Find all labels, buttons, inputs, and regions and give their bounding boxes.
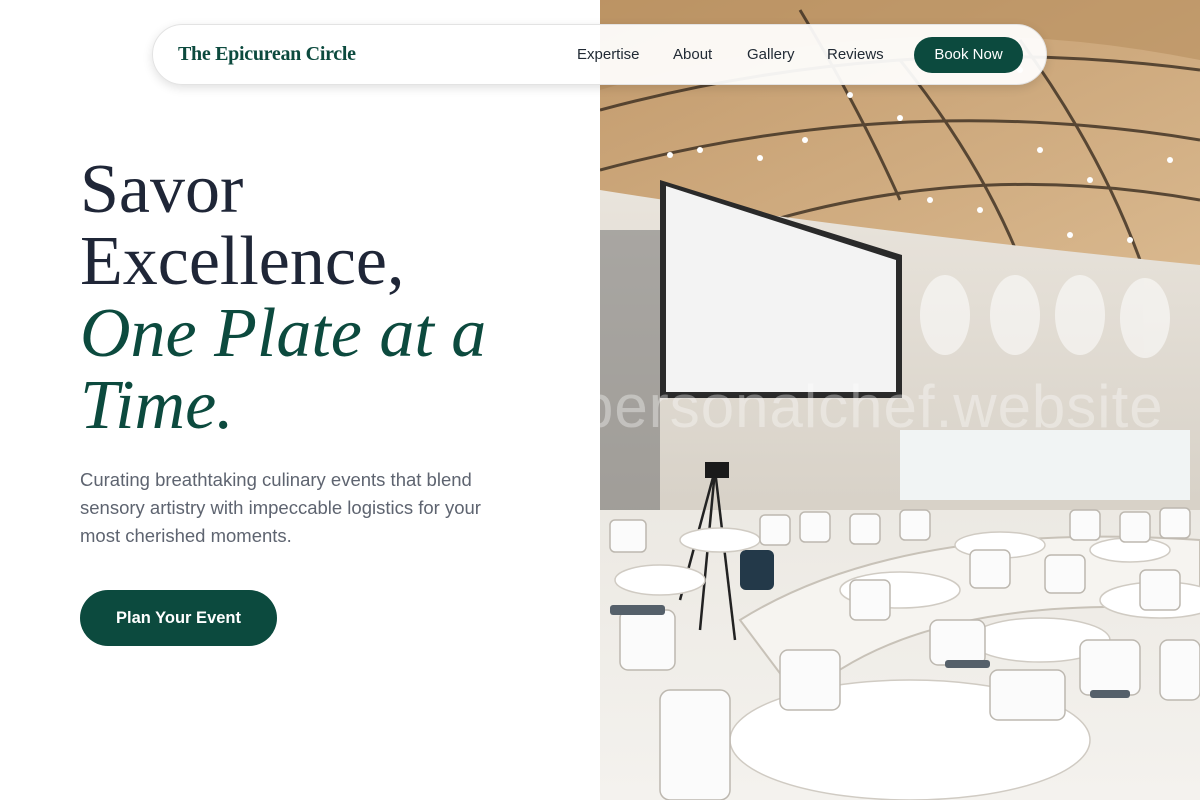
plan-your-event-button[interactable]: Plan Your Event: [80, 590, 277, 646]
headline-accent-line-2: Time.: [80, 367, 234, 444]
image-watermark: personalchef.website: [600, 373, 1164, 440]
nav-link-about[interactable]: About: [673, 46, 712, 63]
nav-link-expertise[interactable]: Expertise: [577, 46, 640, 63]
headline-line-1: Savor: [80, 151, 244, 228]
brand-logo[interactable]: The Epicurean Circle: [178, 43, 356, 66]
headline-line-2: Excellence,: [80, 223, 405, 300]
top-navbar: The Epicurean Circle Expertise About Gal…: [152, 24, 1047, 85]
hero-event-hall-image: personalchef.website: [600, 0, 1200, 800]
hero-headline: Savor Excellence, One Plate at a Time.: [80, 154, 486, 442]
nav-link-reviews[interactable]: Reviews: [827, 46, 884, 63]
nav-link-gallery[interactable]: Gallery: [747, 46, 795, 63]
book-now-button[interactable]: Book Now: [914, 37, 1023, 73]
headline-accent-line-1: One Plate at a: [80, 295, 487, 372]
hero-subtext: Curating breathtaking culinary events th…: [80, 469, 481, 546]
